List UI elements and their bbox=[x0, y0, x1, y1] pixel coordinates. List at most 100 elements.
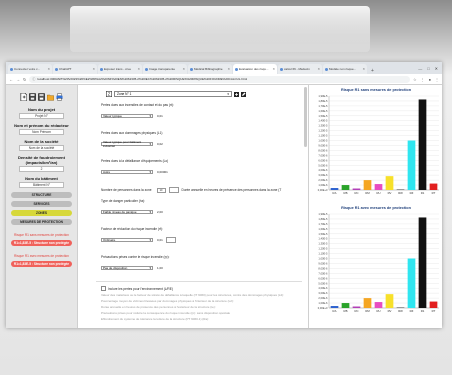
tab-7[interactable]: Modèle non risque... ✕ bbox=[323, 64, 367, 74]
physical-damage-question: Pertes dues aux dommages physiques (L1) bbox=[101, 131, 163, 135]
close-icon[interactable]: ✕ bbox=[317, 67, 320, 71]
x-tick-label: R1 bbox=[421, 309, 425, 313]
x-tick-label: RW bbox=[398, 191, 403, 195]
bar-ra bbox=[330, 306, 339, 308]
forward-arrow-icon[interactable]: → bbox=[16, 77, 20, 82]
close-icon[interactable]: ✕ bbox=[137, 67, 140, 71]
bar-rc bbox=[352, 188, 361, 190]
close-icon[interactable]: ✕ bbox=[227, 67, 230, 71]
lightning-density-input[interactable]: 2 bbox=[19, 166, 64, 172]
tab-3[interactable]: Image transparente ✕ bbox=[143, 64, 187, 74]
scrollbar-thumb[interactable] bbox=[304, 87, 307, 147]
charts-panel: Risque R1 sans mesures de protection 0,0… bbox=[309, 85, 442, 328]
chart-plot: 0,00E+01,00E-62,00E-63,00E-64,00E-65,00E… bbox=[318, 94, 439, 195]
menu-kebab-icon[interactable]: ⋮ bbox=[435, 77, 439, 82]
close-icon[interactable]: ✕ bbox=[362, 67, 365, 71]
back-arrow-icon[interactable]: ← bbox=[9, 77, 13, 82]
y-tick-label: 6,00E-6 bbox=[318, 276, 328, 280]
zone-select-value: Zone N° 1 bbox=[117, 92, 132, 96]
fire-provisions-question: Précautions prises contre le risque ince… bbox=[101, 255, 170, 259]
environment-checkbox-row[interactable]: Inclure les pertes pour l'environnement … bbox=[101, 286, 308, 291]
svg-text:Z: Z bbox=[108, 92, 111, 97]
tab-title: Exposer trans - crue bbox=[104, 67, 132, 71]
new-tab-button[interactable]: + bbox=[368, 68, 377, 74]
tab-0[interactable]: Connecter votre c... ✕ bbox=[8, 64, 52, 74]
bar-rw bbox=[396, 189, 405, 190]
y-tick-label: 1,80E-5 bbox=[318, 217, 328, 221]
fire-reduction-question: Facteur de réduction du risque incendie … bbox=[101, 227, 163, 231]
y-tick-label: 1,20E-5 bbox=[318, 247, 328, 251]
building-name-input[interactable]: Bâtiment N° bbox=[19, 182, 64, 188]
presence-duration-input[interactable] bbox=[168, 187, 179, 193]
protection-measures-button[interactable]: MESURES DE PROTECTION bbox=[11, 219, 72, 225]
maximize-button[interactable]: □ bbox=[427, 66, 429, 71]
y-tick-label: 1,00E-5 bbox=[318, 257, 328, 261]
favicon-icon bbox=[100, 67, 103, 71]
tab-5-active[interactable]: Evaluation des risqu... ✕ bbox=[233, 64, 277, 74]
divider bbox=[96, 281, 302, 282]
fire-reduction-select[interactable]: Ordinaire ▾ bbox=[101, 237, 153, 242]
fire-reduction-value: 0,01 bbox=[157, 237, 163, 242]
zone-select[interactable]: Zone N° 1 ▾ bbox=[114, 91, 232, 97]
bookmark-star-icon[interactable]: ☆ bbox=[413, 77, 417, 82]
x-tick-label: RA bbox=[333, 309, 337, 313]
fire-reduction-extra-input[interactable] bbox=[165, 236, 176, 243]
lightning-density-label: Densité de foudroiement (impacts/km²/an) bbox=[18, 155, 65, 165]
zones-button[interactable]: ZONES bbox=[11, 210, 72, 216]
bar-rv bbox=[385, 176, 394, 190]
close-icon[interactable]: ✕ bbox=[47, 67, 50, 71]
bar-rt bbox=[429, 183, 438, 190]
bar-rz bbox=[407, 258, 416, 308]
chevron-down-icon: ▾ bbox=[149, 169, 151, 174]
author-name-input[interactable]: Nom Prénom bbox=[19, 129, 64, 135]
close-icon[interactable]: ✕ bbox=[92, 67, 95, 71]
tab-2[interactable]: Exposer trans - crue ✕ bbox=[98, 64, 142, 74]
new-file-icon[interactable] bbox=[20, 93, 27, 101]
reload-icon[interactable]: ↻ bbox=[23, 77, 26, 82]
extensions-icon[interactable]: ⋮ bbox=[421, 77, 425, 82]
environment-checkbox[interactable] bbox=[101, 286, 106, 291]
profile-avatar[interactable]: ● bbox=[429, 77, 431, 82]
tab-4[interactable]: Médical Bibliographie ✕ bbox=[188, 64, 232, 74]
fire-provisions-select[interactable]: Pas de disposition ▾ bbox=[101, 265, 153, 270]
browser-window: Connecter votre c... ✕ ChatGPT ✕ Exposer t… bbox=[6, 62, 442, 328]
x-tick-label: RZ bbox=[410, 191, 414, 195]
close-icon[interactable]: ✕ bbox=[272, 67, 275, 71]
x-tick-label: RC bbox=[354, 191, 358, 195]
close-window-button[interactable]: ✕ bbox=[435, 66, 438, 71]
page-content: Nom du projet Projet N° Nom et prénom du… bbox=[6, 85, 442, 328]
print-icon[interactable] bbox=[56, 93, 63, 101]
tab-6[interactable]: calcul 66 - Médecin ✕ bbox=[278, 64, 322, 74]
add-zone-icon[interactable] bbox=[234, 91, 239, 97]
y-tick-label: 8,00E-6 bbox=[318, 266, 328, 270]
persons-row: Nombre de personnes dans la zone 10 Duré… bbox=[101, 187, 308, 193]
special-danger-select[interactable]: Faible niveau de panique ▾ bbox=[101, 209, 153, 214]
services-button[interactable]: SERVICES bbox=[11, 201, 72, 207]
tab-1[interactable]: ChatGPT ✕ bbox=[53, 64, 97, 74]
touch-step-voltage-select[interactable]: Valeur typique ▾ bbox=[101, 113, 153, 118]
equipment-failure-select[interactable]: Autre ▾ bbox=[101, 169, 153, 174]
edit-zone-icon[interactable] bbox=[241, 91, 246, 97]
chevron-down-icon: ▾ bbox=[149, 209, 151, 214]
save-icon[interactable] bbox=[29, 93, 36, 101]
url-input[interactable]: ⓘ localhost:3000/API%20V2023%20%E2%80%A2%… bbox=[29, 75, 410, 83]
close-icon[interactable]: ✕ bbox=[182, 67, 185, 71]
persons-input[interactable]: 10 bbox=[156, 187, 166, 193]
y-tick-label: 5,00E-6 bbox=[318, 163, 328, 167]
url-text: localhost:3000/API%20V2023%20%E2%80%A2%2… bbox=[37, 77, 247, 81]
y-tick-label: 1,80E-5 bbox=[318, 99, 328, 103]
select-value: Autre bbox=[103, 169, 111, 174]
bar-rb bbox=[341, 303, 350, 308]
project-name-input[interactable]: Projet N° bbox=[19, 113, 64, 119]
risk-with-protection-result[interactable]: R1=1,83E-5 : Structure non protégée bbox=[11, 261, 72, 267]
info-icon[interactable]: ⓘ bbox=[32, 77, 35, 81]
minimize-button[interactable]: — bbox=[418, 66, 422, 71]
tab-title: Evaluation des risqu... bbox=[239, 67, 269, 71]
save-as-icon[interactable] bbox=[38, 93, 45, 101]
risk-without-protection-result[interactable]: R1=1,83E-5 : Structure non protégée bbox=[11, 240, 72, 246]
open-folder-icon[interactable] bbox=[47, 93, 54, 101]
company-name-input[interactable]: Nom de la société bbox=[19, 145, 64, 151]
physical-damage-select[interactable]: Valeur typique pour bâtiment industriel ▾ bbox=[101, 140, 153, 148]
structure-button[interactable]: STRUCTURE bbox=[11, 192, 72, 198]
y-tick-label: 9,00E-6 bbox=[318, 261, 328, 265]
